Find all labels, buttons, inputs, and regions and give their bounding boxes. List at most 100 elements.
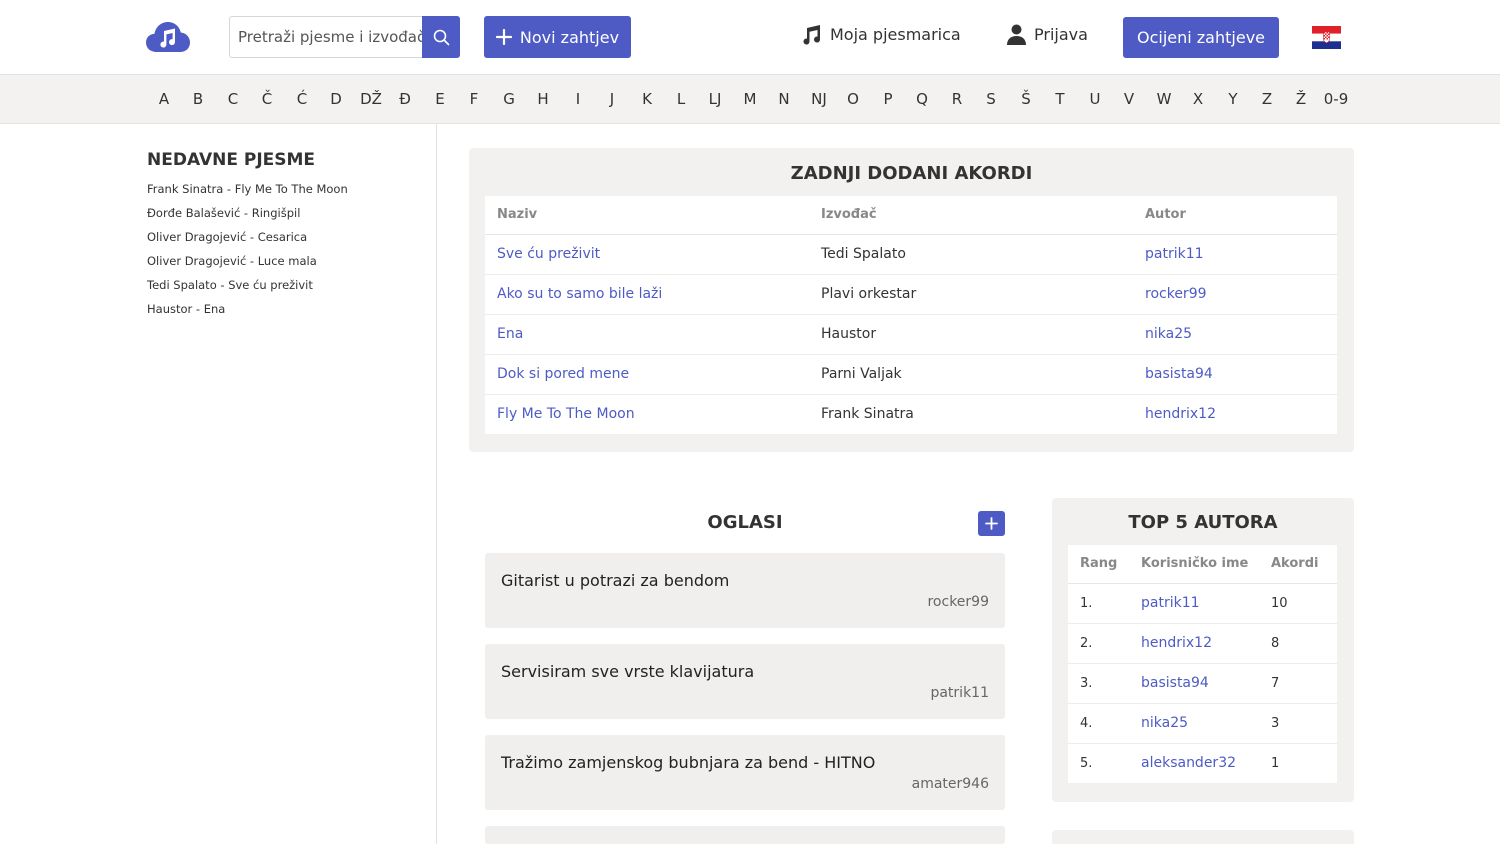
alphabet-letter[interactable]: Z bbox=[1262, 90, 1272, 108]
column-header: Rang bbox=[1068, 545, 1130, 584]
new-request-label: Novi zahtjev bbox=[519, 27, 620, 47]
alphabet-letter[interactable]: LJ bbox=[709, 90, 722, 108]
rank-cell: 4. bbox=[1068, 703, 1130, 744]
croatian-flag-icon[interactable] bbox=[1312, 26, 1341, 49]
alphabet-letter[interactable]: R bbox=[952, 90, 962, 108]
alphabet-letter[interactable]: C bbox=[228, 90, 238, 108]
song-title-link[interactable]: Fly Me To The Moon bbox=[485, 394, 809, 434]
ad-card[interactable]: Tražimo zamjenskog bubnjara za bend - HI… bbox=[485, 735, 1005, 810]
alphabet-letter[interactable]: V bbox=[1124, 90, 1134, 108]
recent-songs-list: Frank Sinatra - Fly Me To The Moon Đorđe… bbox=[147, 182, 348, 326]
author-link[interactable]: aleksander32 bbox=[1130, 743, 1260, 783]
song-title-link[interactable]: Sve ću preživit bbox=[485, 234, 809, 275]
author-link[interactable]: basista94 bbox=[1133, 354, 1337, 395]
alphabet-letter[interactable]: 0-9 bbox=[1324, 90, 1349, 108]
author-link[interactable]: hendrix12 bbox=[1130, 623, 1260, 664]
plus-icon bbox=[495, 29, 512, 45]
artist-name: Parni Valjak bbox=[809, 354, 1133, 395]
alphabet-letter[interactable]: NJ bbox=[811, 90, 827, 108]
song-title-link[interactable]: Dok si pored mene bbox=[485, 354, 809, 395]
top-authors-title: TOP 5 AUTORA bbox=[1128, 512, 1278, 533]
table-row: 4. nika25 3 bbox=[1068, 703, 1337, 744]
column-header: Naziv bbox=[485, 196, 809, 235]
alphabet-letter[interactable]: Y bbox=[1228, 90, 1237, 108]
plus-icon bbox=[985, 517, 998, 530]
top-authors-table: Rang Korisničko ime Akordi 1. patrik11 1… bbox=[1068, 545, 1337, 783]
search-button[interactable] bbox=[422, 16, 460, 58]
rate-requests-label: Ocijeni zahtjeve bbox=[1136, 28, 1265, 47]
alphabet-letter[interactable]: DŽ bbox=[360, 90, 382, 108]
recent-song-link[interactable]: Đorđe Balašević - Ringišpil bbox=[147, 206, 348, 230]
alphabet-letter[interactable]: M bbox=[744, 90, 757, 108]
alphabet-letter[interactable]: Č bbox=[262, 90, 272, 108]
song-title-link[interactable]: Ena bbox=[485, 314, 809, 355]
alphabet-letter[interactable]: A bbox=[159, 90, 169, 108]
alphabet-letter[interactable]: D bbox=[330, 90, 342, 108]
ad-user: amater946 bbox=[911, 776, 989, 792]
cloud-music-logo-icon[interactable] bbox=[146, 21, 190, 53]
alphabet-letter[interactable]: O bbox=[847, 90, 859, 108]
artist-name: Plavi orkestar bbox=[809, 274, 1133, 315]
alphabet-letter[interactable]: P bbox=[883, 90, 892, 108]
ad-user: rocker99 bbox=[927, 594, 989, 610]
table-row: Ena Haustor nika25 bbox=[485, 314, 1337, 355]
recent-song-link[interactable]: Oliver Dragojević - Cesarica bbox=[147, 230, 348, 254]
alphabet-letter[interactable]: B bbox=[193, 90, 203, 108]
alphabet-letter[interactable]: Ć bbox=[297, 90, 307, 108]
ad-title: Tražimo zamjenskog bubnjara za bend - HI… bbox=[501, 753, 876, 772]
alphabet-letter[interactable]: U bbox=[1090, 90, 1101, 108]
add-ad-button[interactable] bbox=[978, 511, 1005, 536]
recent-song-link[interactable]: Haustor - Ena bbox=[147, 302, 348, 326]
column-header: Akordi bbox=[1260, 545, 1337, 584]
alphabet-letter[interactable]: Đ bbox=[399, 90, 411, 108]
alphabet-letter[interactable]: X bbox=[1193, 90, 1203, 108]
latest-chords-table: Naziv Izvođač Autor Sve ću preživit Tedi… bbox=[485, 196, 1337, 434]
author-link[interactable]: hendrix12 bbox=[1133, 394, 1337, 434]
rank-cell: 2. bbox=[1068, 623, 1130, 664]
ad-card[interactable] bbox=[485, 826, 1005, 844]
alphabet-letter[interactable]: Š bbox=[1021, 90, 1031, 108]
author-link[interactable]: rocker99 bbox=[1133, 274, 1337, 315]
author-link[interactable]: patrik11 bbox=[1133, 234, 1337, 275]
recent-song-link[interactable]: Frank Sinatra - Fly Me To The Moon bbox=[147, 182, 348, 206]
new-request-button[interactable]: Novi zahtjev bbox=[484, 16, 631, 58]
table-row: Fly Me To The Moon Frank Sinatra hendrix… bbox=[485, 394, 1337, 434]
rate-requests-button[interactable]: Ocijeni zahtjeve bbox=[1123, 17, 1279, 58]
alphabet-letter[interactable]: L bbox=[677, 90, 685, 108]
alphabet-bar: A B C Č Ć D DŽ Đ E F G H I J K L LJ M N … bbox=[0, 75, 1500, 124]
alphabet-letter[interactable]: Q bbox=[916, 90, 928, 108]
ads-panel: OGLASI Gitarist u potrazi za bendom rock… bbox=[469, 498, 1021, 844]
alphabet-letter[interactable]: H bbox=[537, 90, 548, 108]
login-link[interactable]: Prijava bbox=[1007, 24, 1088, 45]
alphabet-letter[interactable]: J bbox=[610, 90, 614, 108]
author-link[interactable]: patrik11 bbox=[1130, 583, 1260, 624]
table-row: 5. aleksander32 1 bbox=[1068, 743, 1337, 783]
alphabet-letter[interactable]: G bbox=[503, 90, 515, 108]
song-title-link[interactable]: Ako su to samo bile laži bbox=[485, 274, 809, 315]
recent-song-link[interactable]: Oliver Dragojević - Luce mala bbox=[147, 254, 348, 278]
user-icon bbox=[1007, 24, 1026, 45]
author-link[interactable]: nika25 bbox=[1130, 703, 1260, 744]
ad-card[interactable]: Servisiram sve vrste klavijatura patrik1… bbox=[485, 644, 1005, 719]
alphabet-letter[interactable]: F bbox=[470, 90, 479, 108]
artist-name: Haustor bbox=[809, 314, 1133, 355]
next-panel bbox=[1052, 830, 1354, 844]
author-link[interactable]: nika25 bbox=[1133, 314, 1337, 355]
search-input[interactable] bbox=[230, 17, 423, 57]
ad-title: Gitarist u potrazi za bendom bbox=[501, 571, 730, 590]
my-songbook-link[interactable]: Moja pjesmarica bbox=[801, 24, 961, 45]
recent-song-link[interactable]: Tedi Spalato - Sve ću preživit bbox=[147, 278, 348, 302]
alphabet-letter[interactable]: K bbox=[642, 90, 652, 108]
alphabet-letter[interactable]: E bbox=[435, 90, 444, 108]
alphabet-letter[interactable]: W bbox=[1157, 90, 1172, 108]
alphabet-letter[interactable]: I bbox=[576, 90, 580, 108]
my-songbook-label: Moja pjesmarica bbox=[830, 25, 961, 44]
table-row: 1. patrik11 10 bbox=[1068, 583, 1337, 624]
alphabet-letter[interactable]: Ž bbox=[1296, 90, 1306, 108]
alphabet-letter[interactable]: T bbox=[1055, 90, 1064, 108]
ad-card[interactable]: Gitarist u potrazi za bendom rocker99 bbox=[485, 553, 1005, 628]
chord-count: 7 bbox=[1260, 663, 1337, 704]
author-link[interactable]: basista94 bbox=[1130, 663, 1260, 704]
alphabet-letter[interactable]: S bbox=[986, 90, 996, 108]
alphabet-letter[interactable]: N bbox=[778, 90, 789, 108]
